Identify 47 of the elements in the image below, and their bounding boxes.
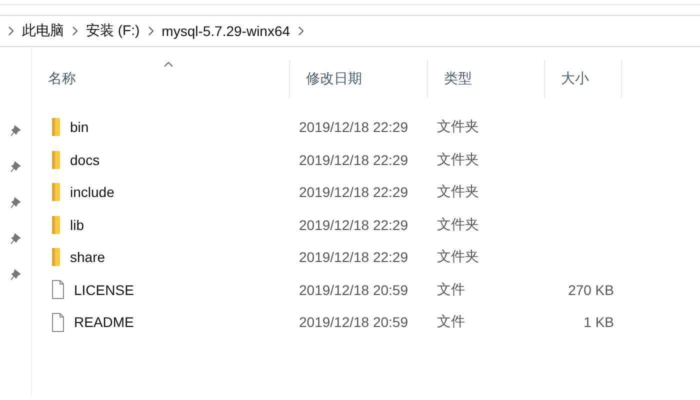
folder-icon: [52, 150, 60, 169]
pin-icon[interactable]: [10, 197, 20, 209]
chevron-right-icon[interactable]: [148, 26, 154, 36]
folder-icon: [52, 118, 60, 136]
modified-date: 2019/12/18 22:29: [299, 184, 408, 200]
pin-icon[interactable]: [10, 125, 20, 137]
file-icon: [52, 280, 64, 300]
file-type: 文件夹: [437, 216, 479, 232]
modified-date: 2019/12/18 22:29: [299, 216, 408, 233]
sort-caret-icon: [164, 62, 173, 67]
pin-icon[interactable]: [10, 269, 20, 281]
file-type: 文件夹: [437, 150, 479, 167]
breadcrumb-item[interactable]: mysql-5.7.29-winx64: [162, 23, 290, 39]
modified-date: 2019/12/18 20:59: [299, 314, 408, 330]
column-header[interactable]: 修改日期: [290, 60, 428, 98]
chevron-right-icon: [8, 26, 14, 36]
modified-date: 2019/12/18 22:29: [299, 249, 408, 266]
modified-date: 2019/12/18 22:29: [299, 119, 408, 136]
modified-date: 2019/12/18 20:59: [299, 282, 408, 298]
file-size: 270 KB: [568, 282, 614, 298]
file-type: 文件夹: [437, 118, 479, 134]
folder-icon: [52, 248, 60, 266]
file-name[interactable]: lib: [70, 216, 84, 233]
chevron-right-icon[interactable]: [72, 26, 78, 36]
file-type: 文件夹: [437, 183, 479, 200]
file-type: 文件夹: [437, 248, 479, 264]
file-name[interactable]: bin: [70, 119, 89, 136]
file-name[interactable]: README: [74, 314, 134, 330]
breadcrumb-item[interactable]: 安装 (F:): [86, 22, 140, 40]
file-name[interactable]: include: [70, 184, 114, 200]
file-name[interactable]: share: [70, 249, 106, 266]
column-header[interactable]: 大小: [545, 60, 622, 98]
file-type: 文件: [437, 313, 465, 330]
chevron-right-icon[interactable]: [298, 26, 304, 36]
file-size: 1 KB: [584, 314, 614, 330]
pin-icon[interactable]: [10, 161, 20, 173]
breadcrumb-item[interactable]: 此电脑: [22, 22, 64, 40]
modified-date: 2019/12/18 22:29: [299, 152, 408, 168]
folder-icon: [52, 183, 60, 202]
column-header[interactable]: 类型: [428, 60, 545, 98]
pin-icon[interactable]: [10, 233, 20, 245]
file-type: 文件: [437, 280, 465, 297]
file-icon: [52, 312, 64, 332]
column-header[interactable]: 名称: [32, 60, 290, 98]
folder-icon: [52, 216, 60, 234]
file-name[interactable]: LICENSE: [74, 282, 134, 298]
file-name[interactable]: docs: [70, 152, 100, 168]
